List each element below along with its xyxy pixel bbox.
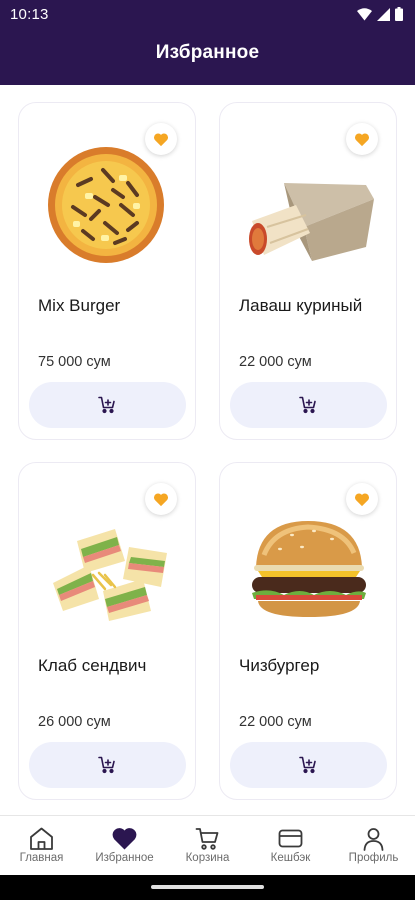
cart-icon xyxy=(195,828,219,850)
app-header: 10:13 Избранное xyxy=(0,0,415,85)
add-to-cart-button[interactable] xyxy=(230,382,387,428)
wifi-icon xyxy=(357,7,372,20)
card-icon xyxy=(278,829,303,848)
add-to-cart-button[interactable] xyxy=(29,742,186,788)
nav-label-cashback: Кешбэк xyxy=(270,852,311,864)
lavash-image xyxy=(249,183,374,261)
nav-item-profile[interactable]: Профиль xyxy=(332,816,415,876)
product-name: Клаб сендвич xyxy=(38,656,147,675)
user-icon xyxy=(363,828,384,851)
add-to-cart-icon xyxy=(298,396,316,414)
nav-label-home: Главная xyxy=(19,852,64,864)
add-to-cart-icon xyxy=(97,756,115,774)
heart-icon xyxy=(112,828,137,850)
product-price: 75 000 сум xyxy=(38,354,111,370)
status-time: 10:13 xyxy=(10,6,49,23)
nav-item-favorites[interactable]: Избранное xyxy=(83,816,166,876)
club-sandwich-image xyxy=(53,529,167,621)
add-to-cart-icon xyxy=(298,756,316,774)
product-price: 22 000 сум xyxy=(239,354,312,370)
home-gesture-handle[interactable] xyxy=(151,885,264,889)
bottom-navigation: Главная Избранное Корзина Кешбэк Профиль xyxy=(0,815,415,875)
page-title: Избранное xyxy=(155,42,260,63)
add-to-cart-button[interactable] xyxy=(29,382,186,428)
status-icons xyxy=(357,7,403,21)
battery-icon xyxy=(395,7,403,21)
product-name: Mix Burger xyxy=(38,296,121,315)
product-card[interactable]: Чизбургер 22 000 сум xyxy=(219,462,397,800)
product-price: 22 000 сум xyxy=(239,714,312,730)
nav-item-cart[interactable]: Корзина xyxy=(166,816,249,876)
signal-icon xyxy=(377,7,390,21)
nav-label-cart: Корзина xyxy=(185,852,230,864)
favorites-grid: Mix Burger 75 000 сум Лаваш куриный 22 0… xyxy=(0,85,415,815)
product-card[interactable]: Клаб сендвич 26 000 сум xyxy=(18,462,196,800)
nav-item-home[interactable]: Главная xyxy=(0,816,83,876)
home-icon xyxy=(30,827,53,850)
nav-label-favorites: Избранное xyxy=(95,852,154,864)
product-card[interactable]: Mix Burger 75 000 сум xyxy=(18,102,196,440)
product-name: Лаваш куриный xyxy=(239,296,363,315)
product-price: 26 000 сум xyxy=(38,714,111,730)
gesture-navigation-bar xyxy=(0,875,415,900)
add-to-cart-icon xyxy=(97,396,115,414)
nav-label-profile: Профиль xyxy=(348,852,399,864)
status-bar: 10:13 xyxy=(0,0,415,30)
nav-item-cashback[interactable]: Кешбэк xyxy=(249,816,332,876)
product-name: Чизбургер xyxy=(239,656,320,675)
product-card[interactable]: Лаваш куриный 22 000 сум xyxy=(219,102,397,440)
add-to-cart-button[interactable] xyxy=(230,742,387,788)
cheeseburger-image xyxy=(252,521,366,617)
pizza-image xyxy=(48,147,164,263)
